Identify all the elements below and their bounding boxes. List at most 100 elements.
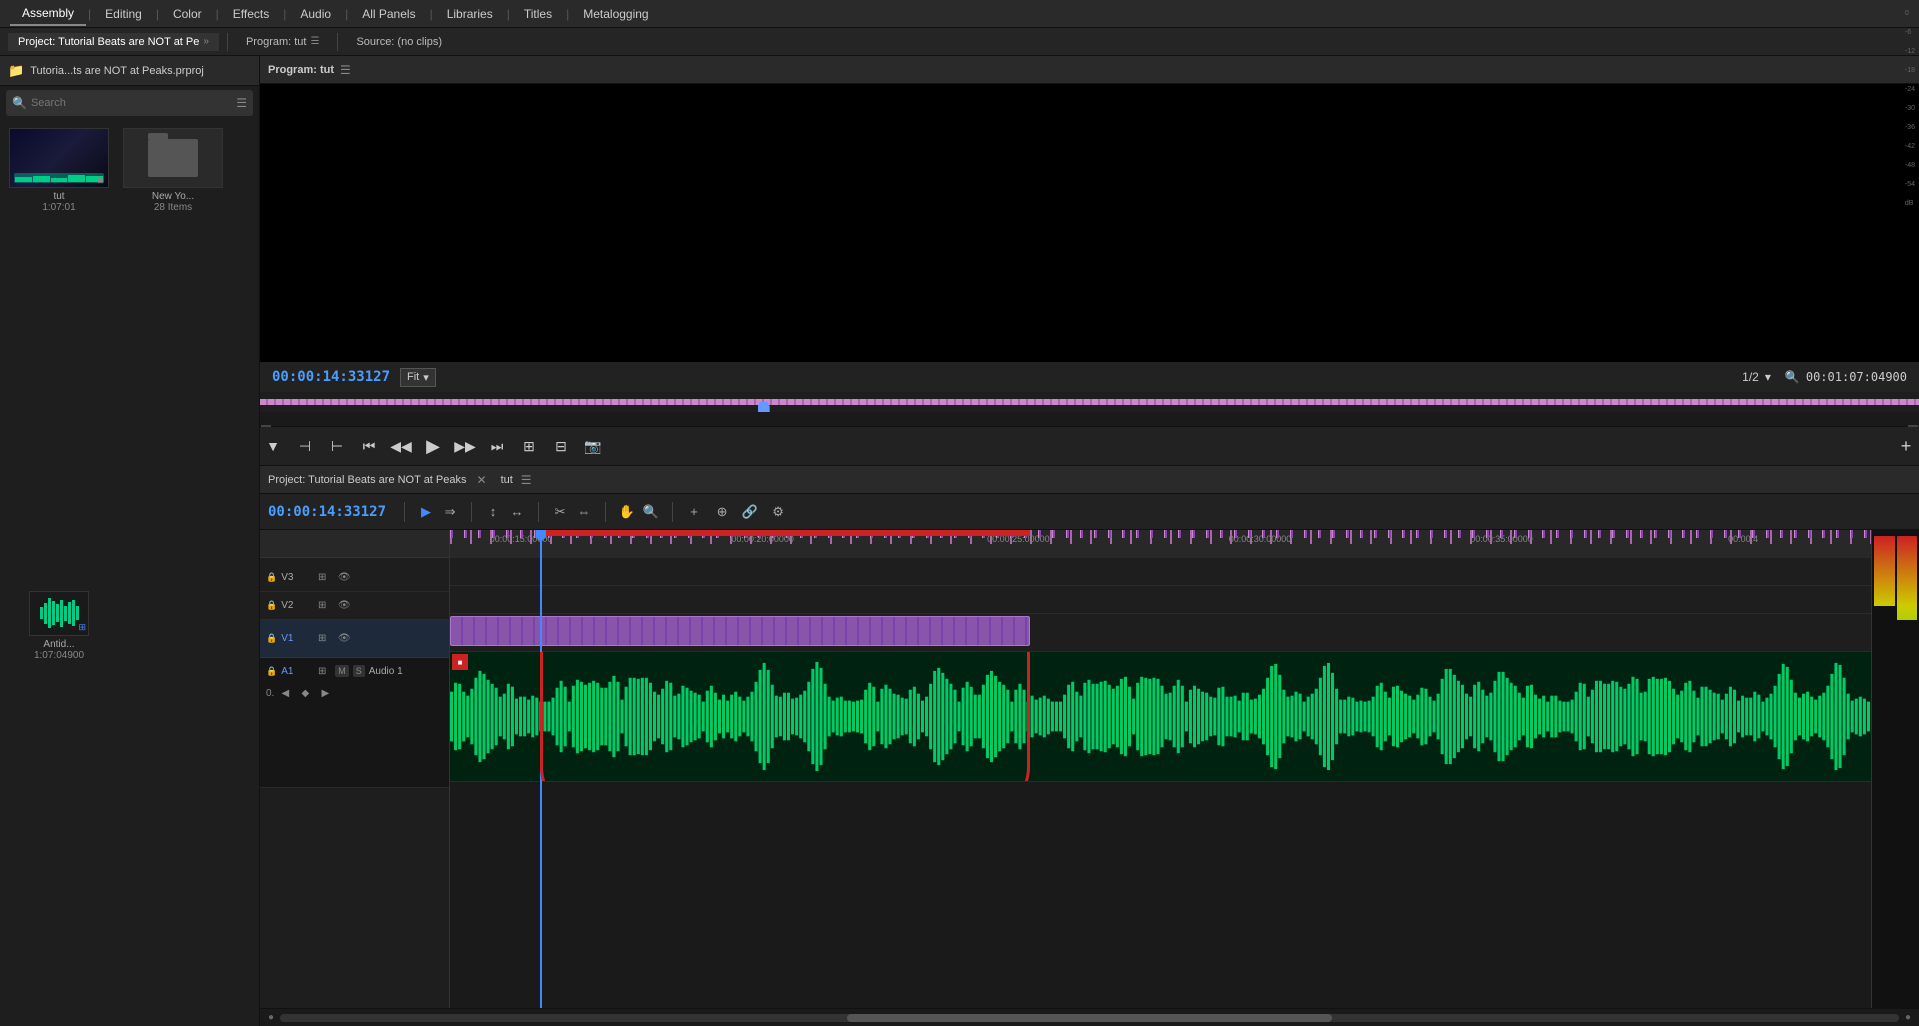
razor-tool-button[interactable]: ✂ — [549, 501, 571, 523]
play-button[interactable]: ▶ — [420, 433, 446, 459]
step-back-button[interactable]: ◀◀ — [388, 433, 414, 459]
track-a1-controls: 🔒 A1 ⊞ M S Audio 1 — [266, 662, 403, 680]
project-panel-tab[interactable]: Project: Tutorial Beats are NOT at Pe » — [8, 33, 219, 51]
source-panel-tab[interactable]: Source: (no clips) — [346, 33, 452, 51]
project-panel-menu-icon[interactable]: » — [203, 36, 209, 47]
camera-button[interactable]: 📷 — [580, 433, 606, 459]
menu-separator-8: | — [564, 7, 571, 21]
add-track-button[interactable]: + — [683, 501, 705, 523]
menu-item-metalogging[interactable]: Metalogging — [571, 3, 660, 25]
rolling-tool-button[interactable]: ↔ — [506, 501, 528, 523]
project-header: 📁 Tutoria...ts are NOT at Peaks.prproj — [0, 56, 259, 86]
page-dropdown-icon[interactable]: ▾ — [1765, 370, 1771, 384]
track-v3-eye-btn[interactable]: 👁 — [335, 569, 353, 587]
timeline-timecode: 00:00:14:33127 — [268, 504, 386, 520]
track-v1-eye-btn[interactable]: 👁 — [335, 630, 353, 648]
track-v1-lock-icon[interactable]: 🔒 — [266, 633, 277, 644]
track-a1-lock-icon[interactable]: 🔒 — [266, 666, 277, 677]
search-options-icon[interactable]: ☰ — [236, 96, 247, 110]
hand-tool-button[interactable]: ✋ — [616, 501, 638, 523]
track-a1-solo-btn[interactable]: S — [353, 665, 365, 677]
page-indicator: 1/2 ▾ 🔍 00:01:07:04900 — [1742, 370, 1907, 384]
track-v3-source-btn[interactable]: ⊞ — [313, 569, 331, 587]
track-select-tool-button[interactable]: ⇒ — [439, 501, 461, 523]
menu-separator-5: | — [343, 7, 350, 21]
marker-button[interactable]: ▼ — [260, 433, 286, 459]
dropdown-arrow-icon: ▾ — [423, 371, 429, 384]
waveform-mini — [40, 598, 79, 628]
menu-item-effects[interactable]: Effects — [221, 3, 281, 25]
search-input[interactable] — [31, 97, 232, 109]
track-v2-lock-icon[interactable]: 🔒 — [266, 600, 277, 611]
tool-group-ripple: ↕ ↔ — [482, 501, 528, 523]
track-lane-a1: ■ — [450, 652, 1871, 782]
project-item-folder-name: New Yo... — [122, 191, 224, 202]
track-a1-mute-btn[interactable]: M — [335, 665, 349, 677]
timeline: Project: Tutorial Beats are NOT at Peaks… — [260, 466, 1919, 1026]
slip-tool-button[interactable]: ⇔ — [573, 501, 595, 523]
track-v1-label: V1 — [281, 633, 309, 644]
program-panel-label: Program: tut — [246, 36, 307, 48]
tracks-area: 00:00:15:00000 00:00:20:00000 00:00:25:0… — [450, 530, 1871, 1008]
settings-tool-button[interactable]: ⚙ — [767, 501, 789, 523]
menu-item-all-panels[interactable]: All Panels — [350, 3, 427, 25]
step-forward-button[interactable]: ▶▶ — [452, 433, 478, 459]
program-panel-menu-icon[interactable]: ☰ — [310, 36, 319, 47]
go-to-in-button[interactable]: ⏮ — [356, 433, 382, 459]
track-v3-lock-icon[interactable]: 🔒 — [266, 572, 277, 583]
source-panel-label: Source: (no clips) — [356, 36, 442, 48]
monitor-header: Program: tut ☰ — [260, 56, 1919, 84]
timeline-sequence-menu-icon[interactable]: ☰ — [521, 473, 532, 487]
overwrite-button[interactable]: ⊟ — [548, 433, 574, 459]
track-v2-eye-btn[interactable]: 👁 — [335, 597, 353, 615]
track-v1-source-btn[interactable]: ⊞ — [313, 630, 331, 648]
program-panel-tab[interactable]: Program: tut ☰ — [236, 33, 330, 51]
track-a1-volume-control: 0. ◀ ◆ ▶ — [266, 684, 334, 702]
project-item-folder[interactable]: New Yo... 28 Items — [118, 124, 228, 575]
menu-item-libraries[interactable]: Libraries — [435, 3, 505, 25]
menu-item-titles[interactable]: Titles — [512, 3, 564, 25]
link-button[interactable]: 🔗 — [739, 501, 761, 523]
track-a1-vol-knob[interactable]: ◆ — [296, 684, 314, 702]
menu-separator-6: | — [428, 7, 435, 21]
track-header-v2: 🔒 V2 ⊞ 👁 — [260, 592, 449, 620]
insert-button[interactable]: ⊞ — [516, 433, 542, 459]
track-v2-source-btn[interactable]: ⊞ — [313, 597, 331, 615]
ripple-tool-button[interactable]: ↕ — [482, 501, 504, 523]
tool-group-hand: ✋ 🔍 — [616, 501, 662, 523]
timeline-zoom-bar[interactable] — [280, 1014, 1899, 1022]
select-tool-button[interactable]: ▶ — [415, 501, 437, 523]
step-forward-frame-button[interactable]: ⊢ — [324, 433, 350, 459]
track-a1-source-btn[interactable]: ⊞ — [313, 662, 331, 680]
timeline-sequence-tab[interactable]: tut — [501, 474, 513, 486]
search-bar: 🔍 ☰ — [6, 90, 253, 116]
menu-item-assembly[interactable]: Assembly — [10, 2, 86, 26]
project-item-tut[interactable]: ⊞ tut 1:07:01 — [4, 124, 114, 575]
video-clip-v1[interactable] — [450, 616, 1030, 646]
search-icon: 🔍 — [12, 96, 27, 110]
track-a1-vol-up-btn[interactable]: ▶ — [316, 684, 334, 702]
step-back-frame-button[interactable]: ⊣ — [292, 433, 318, 459]
track-header-a1: 🔒 A1 ⊞ M S Audio 1 0. ◀ ◆ ▶ — [260, 658, 449, 788]
playhead-end — [1908, 417, 1918, 427]
tools-separator-5 — [672, 502, 673, 522]
snap-button[interactable]: ⊕ — [711, 501, 733, 523]
track-lane-v2 — [450, 586, 1871, 614]
zoom-tool-button[interactable]: 🔍 — [640, 501, 662, 523]
fit-dropdown[interactable]: Fit ▾ — [400, 368, 436, 387]
monitor-menu-icon[interactable]: ☰ — [340, 63, 351, 77]
menu-item-audio[interactable]: Audio — [288, 3, 343, 25]
add-button[interactable]: + — [1893, 433, 1919, 459]
scrubber-bar[interactable] — [260, 392, 1919, 412]
menu-item-color[interactable]: Color — [161, 3, 214, 25]
project-item-tut-duration: 1:07:01 — [42, 202, 75, 213]
vu-channels — [1874, 534, 1917, 1004]
menu-item-editing[interactable]: Editing — [93, 3, 154, 25]
track-a1-vol-down-btn[interactable]: ◀ — [276, 684, 294, 702]
tools-separator-3 — [538, 502, 539, 522]
timeline-close-icon[interactable]: ✕ — [477, 473, 487, 487]
project-item-audio[interactable]: ⊞ Antid... 1:07:04900 — [4, 587, 114, 1023]
panel-divider-2 — [337, 33, 338, 51]
project-thumbnail-tut: ⊞ — [9, 128, 109, 188]
go-to-out-button[interactable]: ⏭ — [484, 433, 510, 459]
